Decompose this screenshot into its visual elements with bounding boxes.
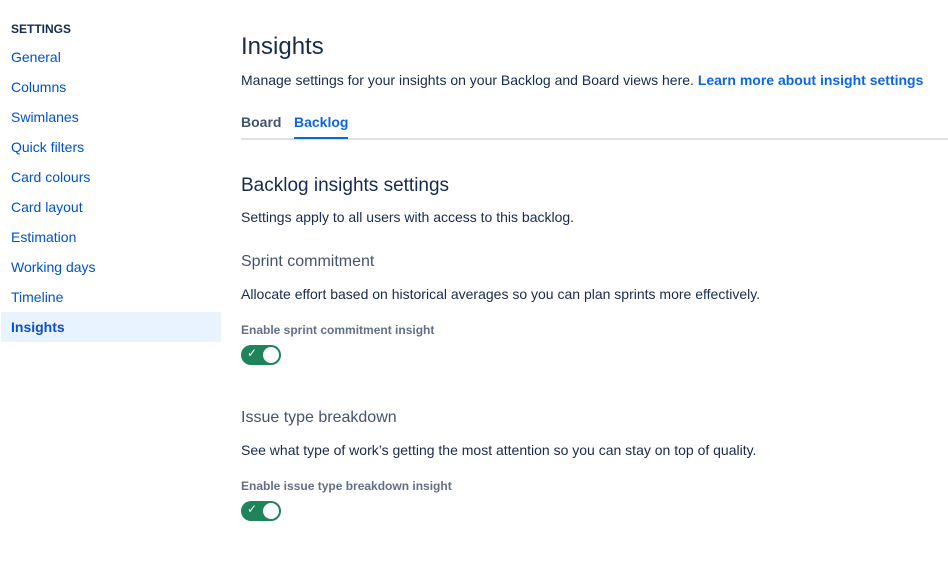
issue-type-breakdown-title: Issue type breakdown — [241, 409, 397, 426]
tab-bar: Board Backlog — [241, 108, 948, 140]
page-title: Insights — [241, 33, 324, 60]
toggle-knob — [263, 347, 279, 363]
tab-backlog[interactable]: Backlog — [294, 114, 349, 139]
sidebar-item-swimlanes[interactable]: Swimlanes — [1, 102, 221, 132]
sidebar-item-timeline[interactable]: Timeline — [1, 282, 221, 312]
check-icon: ✓ — [247, 502, 258, 516]
section-title: Backlog insights settings — [241, 175, 450, 196]
toggle-knob — [263, 503, 279, 519]
sidebar-item-estimation[interactable]: Estimation — [1, 222, 221, 252]
description-text: Manage settings for your insights on you… — [241, 72, 694, 88]
sidebar-item-insights[interactable]: Insights — [1, 312, 221, 342]
sprint-commitment-title: Sprint commitment — [241, 253, 375, 270]
check-icon: ✓ — [247, 346, 258, 360]
section-description: Settings apply to all users with access … — [241, 209, 575, 225]
sidebar-item-working-days[interactable]: Working days — [1, 252, 221, 282]
sidebar-title: SETTINGS — [11, 22, 72, 36]
page-description: Manage settings for your insights on you… — [241, 72, 923, 88]
sprint-commitment-description: Allocate effort based on historical aver… — [241, 286, 761, 302]
sprint-commitment-toggle-label: Enable sprint commitment insight — [241, 323, 435, 337]
sprint-commitment-toggle[interactable]: ✓ — [241, 345, 281, 365]
sidebar-item-general[interactable]: General — [1, 42, 221, 72]
issue-type-breakdown-toggle[interactable]: ✓ — [241, 501, 281, 521]
tab-board[interactable]: Board — [241, 114, 281, 137]
issue-type-breakdown-toggle-label: Enable issue type breakdown insight — [241, 479, 452, 493]
sidebar-item-card-colours[interactable]: Card colours — [1, 162, 221, 192]
issue-type-breakdown-description: See what type of work’s getting the most… — [241, 442, 757, 458]
learn-more-link[interactable]: Learn more about insight settings — [698, 72, 924, 88]
sidebar-item-columns[interactable]: Columns — [1, 72, 221, 102]
sidebar-item-card-layout[interactable]: Card layout — [1, 192, 221, 222]
sidebar-item-quick-filters[interactable]: Quick filters — [1, 132, 221, 162]
